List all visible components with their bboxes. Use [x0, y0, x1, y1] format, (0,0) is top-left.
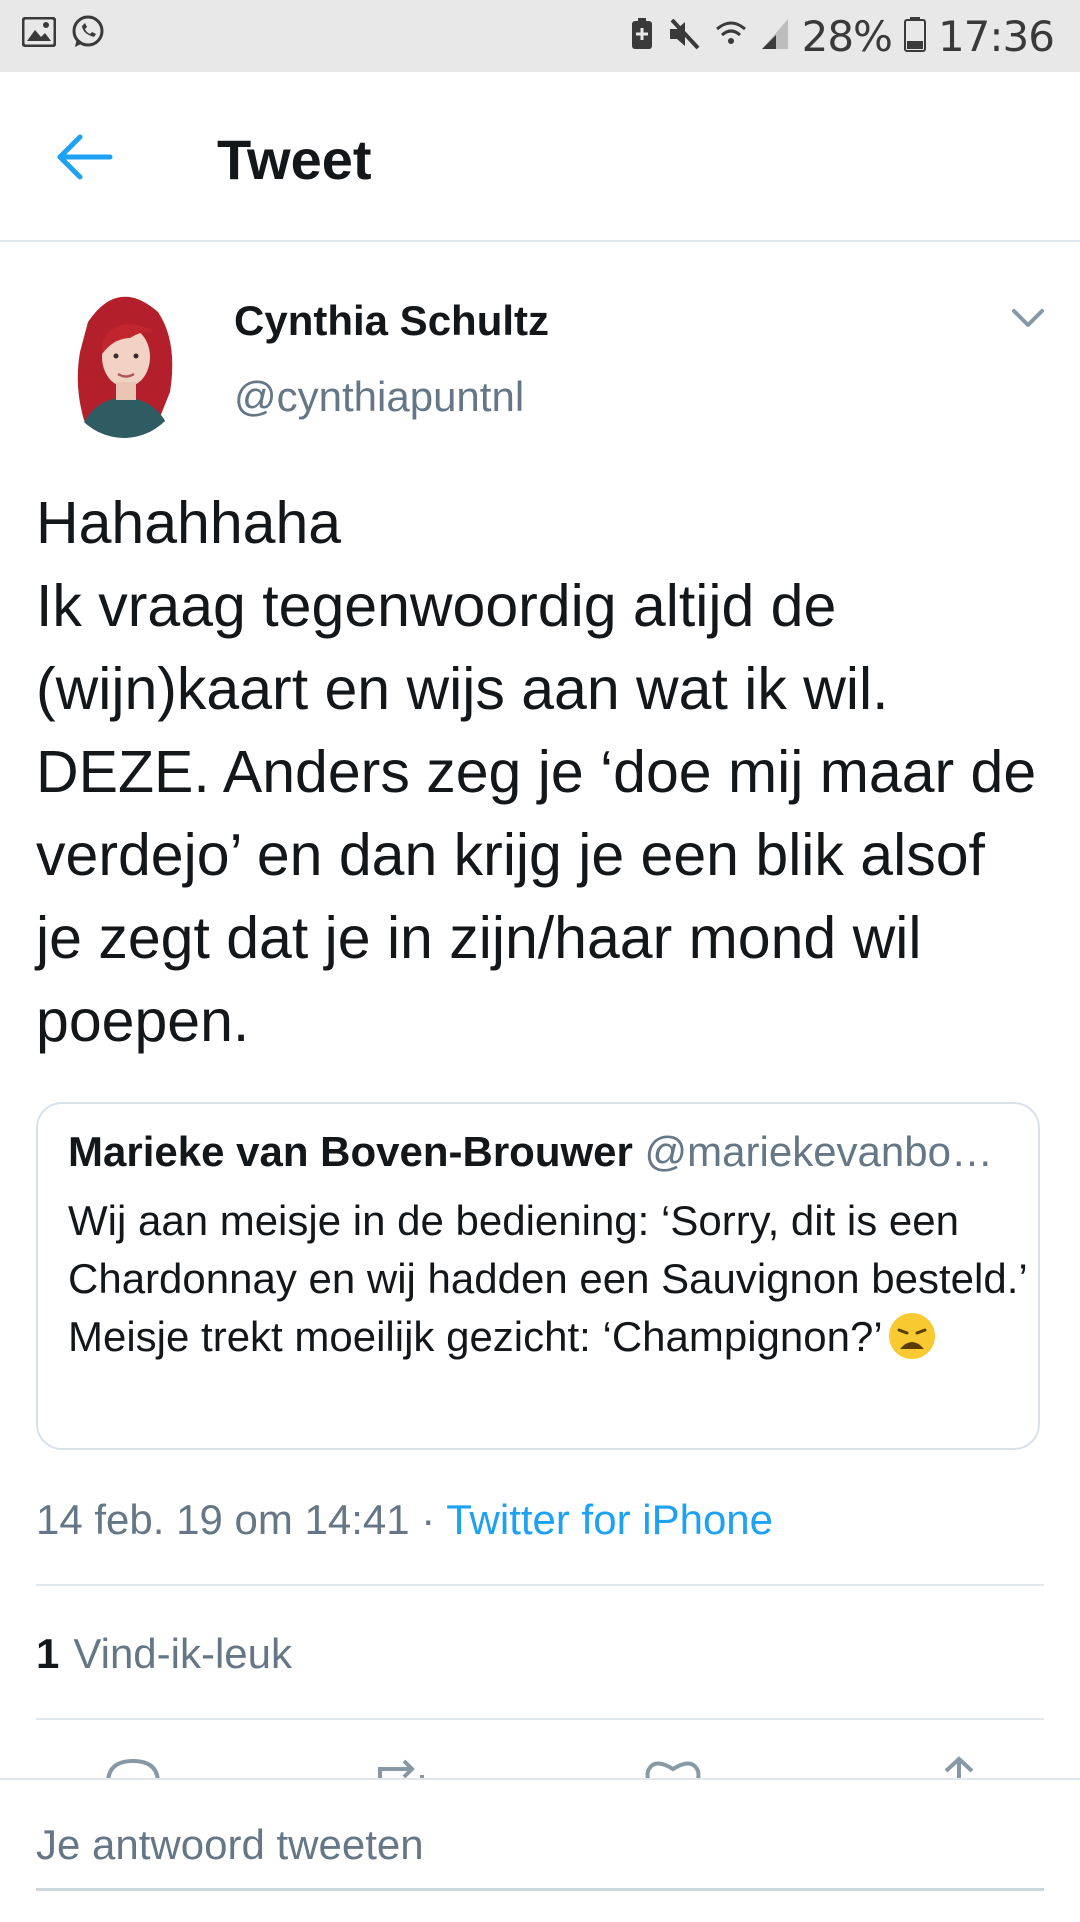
- chevron-down-icon: [1012, 309, 1044, 327]
- whatsapp-icon: [70, 14, 106, 55]
- avatar[interactable]: [58, 282, 190, 438]
- wifi-icon: [714, 17, 748, 56]
- quoted-tweet-header: Marieke van Boven-Brouwer @mariekevanbo…: [68, 1128, 1008, 1176]
- clock: 17:36: [937, 11, 1055, 61]
- likes-label: Vind-ik-leuk: [73, 1630, 293, 1677]
- gallery-icon: [21, 16, 57, 52]
- tweet-source-link[interactable]: Twitter for iPhone: [446, 1496, 773, 1543]
- tweet-timestamp: 14 feb. 19 om 14:41: [36, 1496, 410, 1543]
- tweet-metadata: 14 feb. 19 om 14:41 · Twitter for iPhone: [36, 1496, 773, 1544]
- back-button[interactable]: [50, 122, 120, 192]
- quoted-tweet-body: Wij aan meisje in de bediening: ‘Sorry, …: [68, 1197, 1027, 1360]
- top-app-bar: Tweet: [0, 72, 1080, 242]
- mute-icon: [666, 17, 702, 56]
- tweet-text: Hahahhaha Ik vraag tegenwoordig altijd d…: [36, 490, 1037, 1054]
- reply-button[interactable]: [98, 1755, 168, 1779]
- status-bar: 28% 17:36: [0, 0, 1080, 72]
- share-icon: [944, 1756, 974, 1779]
- retweet-icon: [378, 1759, 424, 1779]
- divider: [36, 1718, 1044, 1720]
- divider: [36, 1584, 1044, 1586]
- back-arrow-icon: [57, 134, 113, 180]
- tweet-options-button[interactable]: [1008, 303, 1048, 333]
- quoted-author-handle: @mariekevanbo…: [644, 1128, 993, 1175]
- quoted-author-name: Marieke van Boven-Brouwer: [68, 1128, 633, 1175]
- weary-face-emoji: [888, 1313, 935, 1359]
- author-name[interactable]: Cynthia Schultz: [234, 297, 549, 345]
- like-button[interactable]: [638, 1755, 708, 1779]
- battery-percentage: 28%: [801, 11, 893, 61]
- like-icon: [645, 1761, 701, 1779]
- quoted-tweet[interactable]: Marieke van Boven-Brouwer @mariekevanbo……: [36, 1102, 1040, 1450]
- author-handle[interactable]: @cynthiapuntnl: [234, 373, 524, 421]
- retweet-button[interactable]: [366, 1755, 436, 1779]
- likes-count: 1: [36, 1630, 60, 1677]
- meta-separator: ·: [409, 1496, 447, 1543]
- share-button[interactable]: [924, 1755, 994, 1779]
- quoted-tweet-text: Wij aan meisje in de bediening: ‘Sorry, …: [68, 1192, 1028, 1366]
- reply-bar: [0, 1778, 1080, 1922]
- reply-icon: [106, 1758, 160, 1779]
- page-title: Tweet: [217, 128, 372, 191]
- battery-icon: [903, 16, 926, 57]
- signal-icon: [760, 17, 790, 56]
- tweet-actions: [0, 1755, 1080, 1779]
- battery-saver-icon: [630, 17, 654, 56]
- reply-input[interactable]: [36, 1802, 1044, 1891]
- likes-summary[interactable]: 1 Vind-ik-leuk: [36, 1630, 292, 1678]
